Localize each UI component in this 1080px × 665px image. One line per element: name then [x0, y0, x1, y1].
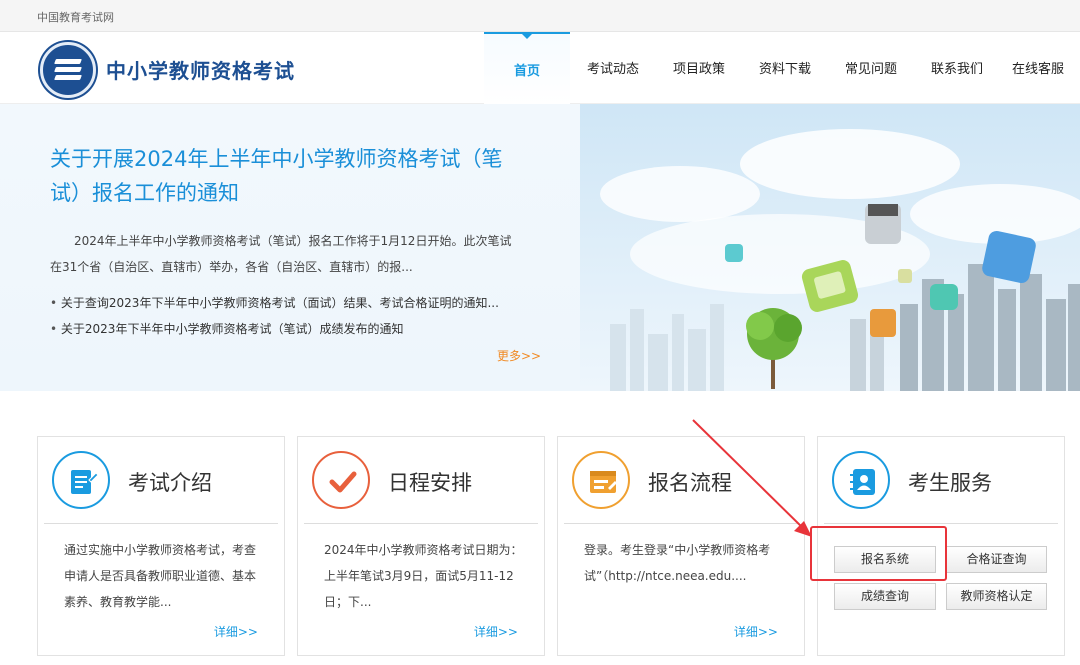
nav-online-service[interactable]: 在线客服 — [1000, 32, 1076, 104]
card-header: 考试介绍 — [38, 437, 284, 523]
news-list: 关于查询2023年下半年中小学教师资格考试（面试）结果、考试合格证明的通知...… — [50, 290, 530, 342]
top-bar: 中国教育考试网 — [0, 0, 1080, 32]
checkmark-icon — [312, 451, 370, 509]
card-description: 通过实施中小学教师资格考试，考查申请人是否具备教师职业道德、基本素养、教育教学能… — [64, 543, 257, 609]
card-title[interactable]: 考生服务 — [908, 467, 992, 497]
card-description: 登录。考生登录“中小学教师资格考试”（http://ntce.neea.edu.… — [584, 543, 771, 583]
city-illustration — [580, 104, 1080, 391]
news-link-written-scores[interactable]: 关于2023年下半年中小学教师资格考试（笔试）成绩发布的通知 — [50, 316, 530, 342]
nav-exam-news[interactable]: 考试动态 — [570, 32, 656, 104]
site-name-link[interactable]: 中国教育考试网 — [37, 9, 114, 25]
card-registration-process: 报名流程 登录。考生登录“中小学教师资格考试”（http://ntce.neea… — [557, 436, 805, 656]
highlight-box — [810, 526, 947, 581]
card-divider — [44, 523, 278, 524]
document-edit-icon — [52, 451, 110, 509]
card-exam-intro: 考试介绍 通过实施中小学教师资格考试，考查申请人是否具备教师职业道德、基本素养、… — [37, 436, 285, 656]
card-divider — [564, 523, 798, 524]
nav-home[interactable]: 首页 — [484, 32, 570, 104]
teacher-certification-button[interactable]: 教师资格认定 — [946, 583, 1047, 610]
card-header: 报名流程 — [558, 437, 804, 523]
more-news-link[interactable]: 更多>> — [497, 347, 541, 364]
browser-form-icon — [572, 451, 630, 509]
card-title[interactable]: 考试介绍 — [128, 467, 212, 497]
hero-headline-link[interactable]: 关于开展2024年上半年中小学教师资格考试（笔试）报名工作的通知 — [50, 142, 520, 210]
logo-emblem-icon[interactable] — [40, 42, 96, 98]
address-book-icon — [832, 451, 890, 509]
card-description: 2024年中小学教师资格考试日期为：上半年笔试3月9日，面试5月11-12日；下… — [324, 543, 523, 609]
certificate-query-button[interactable]: 合格证查询 — [946, 546, 1047, 573]
card-header: 日程安排 — [298, 437, 544, 523]
hero-banner: 关于开展2024年上半年中小学教师资格考试（笔试）报名工作的通知 2024年上半… — [0, 104, 1080, 391]
card-divider — [304, 523, 538, 524]
card-title[interactable]: 日程安排 — [388, 467, 472, 497]
nav-policy[interactable]: 项目政策 — [656, 32, 742, 104]
header: 中小学教师资格考试 首页 考试动态 项目政策 资料下载 常见问题 联系我们 在线… — [0, 32, 1080, 104]
news-link-interview-results[interactable]: 关于查询2023年下半年中小学教师资格考试（面试）结果、考试合格证明的通知... — [50, 290, 530, 316]
main-nav: 首页 考试动态 项目政策 资料下载 常见问题 联系我们 在线客服 — [484, 32, 1076, 104]
card-divider — [824, 523, 1058, 524]
site-title[interactable]: 中小学教师资格考试 — [106, 55, 295, 84]
nav-contact[interactable]: 联系我们 — [914, 32, 1000, 104]
card-detail-link[interactable]: 详细>> — [474, 623, 518, 640]
hero-description: 2024年上半年中小学教师资格考试（笔试）报名工作将于1月12日开始。此次笔试在… — [50, 234, 512, 274]
nav-faq[interactable]: 常见问题 — [828, 32, 914, 104]
card-detail-link[interactable]: 详细>> — [734, 623, 778, 640]
card-detail-link[interactable]: 详细>> — [214, 623, 258, 640]
card-schedule: 日程安排 2024年中小学教师资格考试日期为：上半年笔试3月9日，面试5月11-… — [297, 436, 545, 656]
score-query-button[interactable]: 成绩查询 — [834, 583, 936, 610]
nav-downloads[interactable]: 资料下载 — [742, 32, 828, 104]
card-header: 考生服务 — [818, 437, 1064, 523]
card-title[interactable]: 报名流程 — [648, 467, 732, 497]
